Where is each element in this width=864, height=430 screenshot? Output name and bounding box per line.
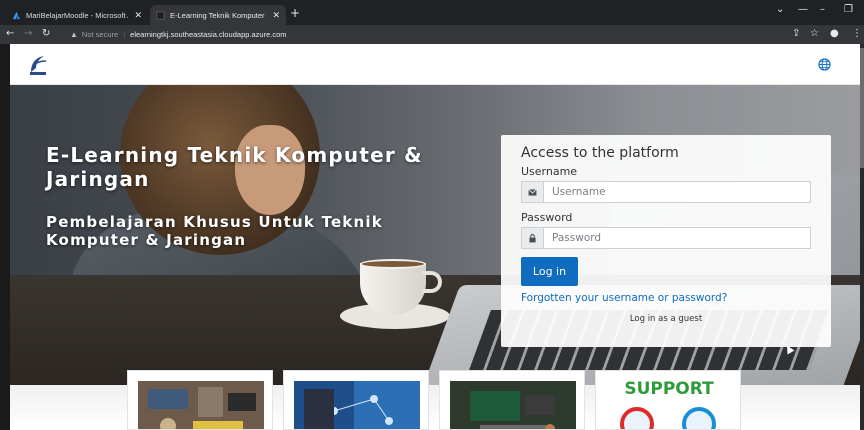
course-card[interactable] [439,370,585,430]
password-label: Password [521,211,573,224]
warning-icon: ▲ [70,30,78,39]
address-bar[interactable]: ▲ Not secure | elearningtkj.southeastasi… [70,27,770,42]
azure-icon [12,11,21,19]
globe-icon[interactable] [818,58,831,71]
share-icon[interactable]: ⇪ [792,28,800,39]
close-tab-icon[interactable]: ✕ [272,10,280,21]
forgot-password-link[interactable]: Forgotten your username or password? [521,292,811,304]
reload-icon[interactable]: ↻ [42,28,50,39]
support-title: SUPPORT [624,379,714,399]
username-field[interactable] [521,181,811,203]
course-card[interactable] [127,370,273,430]
support-agent-avatar [682,407,716,429]
login-heading: Access to the platform [521,145,679,161]
network-image [294,381,420,429]
new-tab-icon[interactable]: + [290,6,300,20]
tab-elearning[interactable]: E-Learning Teknik Komputer & Ja ✕ [150,5,286,25]
password-field[interactable] [521,227,811,249]
back-icon[interactable]: ← [6,28,14,39]
bookmark-star-icon[interactable]: ☆ [810,28,819,39]
hero-banner: E-Learning Teknik Komputer & Jaringan Pe… [10,85,860,385]
url-text: elearningtkj.southeastasia.cloudapp.azur… [130,30,287,39]
envelope-icon [522,182,544,202]
password-input[interactable] [544,228,810,248]
forward-icon[interactable]: → [24,28,32,39]
left-edge [0,44,10,430]
minimize-window-icon[interactable]: – [820,4,825,15]
motherboard-image [138,381,264,429]
login-panel: Access to the platform Username Password… [501,135,831,347]
circuit-board-image [450,381,576,429]
tab-search-icon[interactable]: ⌄ [776,4,784,15]
scrollbar-thumb[interactable] [860,48,864,168]
tab-label: MariBelajarMoodle - Microsoft A [26,10,129,20]
username-input[interactable] [544,182,810,202]
hero-title: E-Learning Teknik Komputer & Jaringan [46,143,423,191]
menu-icon[interactable]: ⋮ [852,28,862,39]
browser-tabbar: MariBelajarMoodle - Microsoft A ✕ E-Lear… [0,0,864,25]
screen: MariBelajarMoodle - Microsoft A ✕ E-Lear… [0,0,864,430]
login-button[interactable]: Log in [521,257,578,286]
tab-label: E-Learning Teknik Komputer & Ja [170,10,266,20]
browser-toolbar: ← → ↻ ▲ Not secure | elearningtkj.southe… [0,25,864,44]
username-label: Username [521,165,578,178]
support-card[interactable]: SUPPORT [595,370,741,430]
restore-icon[interactable]: ❐ [844,4,853,15]
guest-login-link[interactable]: Log in as a guest [521,314,811,324]
tab-moodle[interactable]: MariBelajarMoodle - Microsoft A ✕ [6,5,148,25]
close-tab-icon[interactable]: ✕ [134,10,142,21]
page: E-Learning Teknik Komputer & Jaringan Pe… [10,44,860,430]
divider: | [123,30,126,39]
lock-icon [522,228,544,248]
minimize-icon[interactable]: — [798,4,808,15]
site-navbar [10,44,860,85]
hero-subtitle: Pembelajaran Khusus Untuk Teknik Kompute… [46,213,383,249]
profile-icon[interactable]: ● [830,28,839,39]
logo-icon[interactable] [25,52,51,78]
cup-coffee-graphic [360,259,426,269]
not-secure-label: Not secure [81,30,119,39]
page-icon [156,11,165,19]
support-agent-avatar [620,407,654,429]
course-card[interactable] [283,370,429,430]
